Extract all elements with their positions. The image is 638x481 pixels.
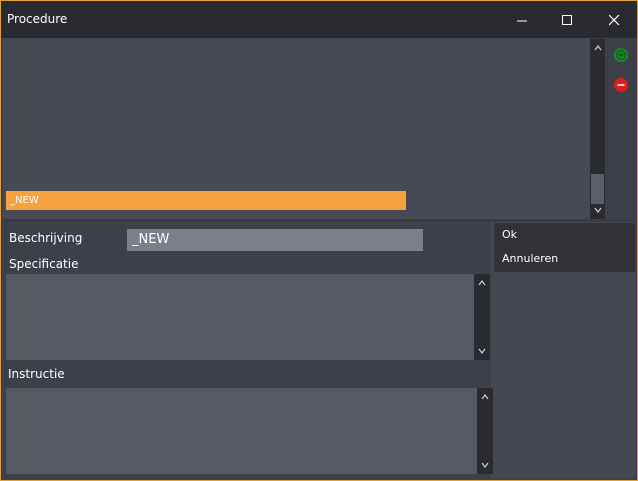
close-button[interactable] xyxy=(591,7,637,33)
minimize-button[interactable] xyxy=(499,7,545,33)
scroll-up-icon[interactable] xyxy=(474,276,490,290)
dialog-actions: Ok Annuleren xyxy=(494,223,635,272)
add-button[interactable] xyxy=(614,48,628,62)
instructie-scrollbar[interactable] xyxy=(477,388,493,474)
annuleren-button[interactable]: Annuleren xyxy=(494,247,635,271)
beschrijving-input[interactable]: _NEW xyxy=(127,229,423,251)
scroll-down-icon[interactable] xyxy=(474,344,490,358)
specificatie-scrollbar[interactable] xyxy=(474,274,490,360)
instructie-label: Instructie xyxy=(8,367,65,381)
procedure-list[interactable]: _NEW xyxy=(3,38,590,219)
scroll-down-icon[interactable] xyxy=(590,203,605,217)
maximize-icon xyxy=(561,14,572,25)
minus-circle-icon xyxy=(617,84,625,86)
scroll-up-icon[interactable] xyxy=(590,41,605,55)
title-bar[interactable]: Procedure xyxy=(1,1,637,38)
scroll-thumb[interactable] xyxy=(591,174,604,204)
ok-button[interactable]: Ok xyxy=(494,223,635,247)
minimize-icon xyxy=(516,20,527,21)
procedure-form: Beschrijving _NEW Specificatie Instructi… xyxy=(3,222,493,478)
close-icon xyxy=(608,14,619,25)
procedure-list-scrollbar[interactable] xyxy=(590,39,605,219)
window-title: Procedure xyxy=(7,12,68,26)
procedure-window: Procedure _NEW Beschrijving _NEW Specifi… xyxy=(0,0,638,481)
remove-button[interactable] xyxy=(614,78,628,92)
beschrijving-label: Beschrijving xyxy=(9,231,83,245)
plus-circle-icon xyxy=(616,50,626,60)
specificatie-label: Specificatie xyxy=(9,257,79,271)
maximize-button[interactable] xyxy=(544,7,590,33)
specificatie-textarea[interactable] xyxy=(6,274,474,360)
list-item[interactable]: _NEW xyxy=(6,191,406,210)
scroll-down-icon[interactable] xyxy=(477,458,493,472)
list-action-bar xyxy=(605,38,636,219)
instructie-textarea[interactable] xyxy=(6,388,477,474)
scroll-up-icon[interactable] xyxy=(477,390,493,404)
